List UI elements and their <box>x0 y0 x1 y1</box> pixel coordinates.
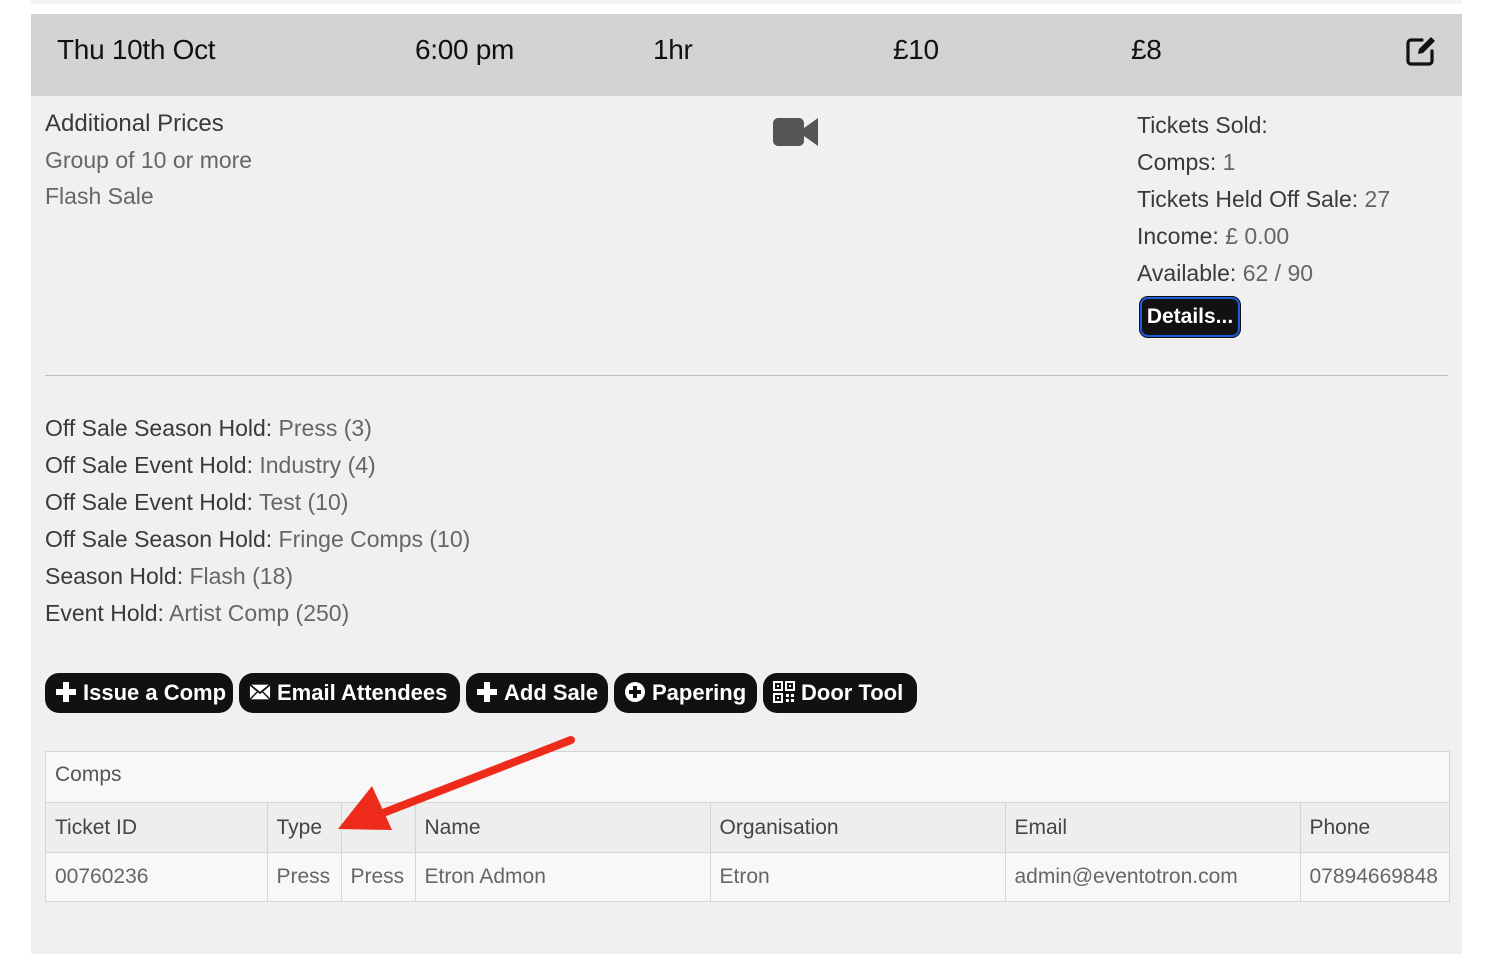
holds-list: Off Sale Season Hold: Press (3) Off Sale… <box>45 412 470 634</box>
cell-name: Etron Admon <box>415 852 711 901</box>
additional-prices-title: Additional Prices <box>45 110 224 137</box>
video-camera-icon[interactable] <box>773 116 819 148</box>
add-sale-button[interactable]: Add Sale <box>466 673 608 713</box>
performance-header: Thu 10th Oct 6:00 pm 1hr £10 £8 <box>31 14 1462 96</box>
hold-item: Season Hold: Flash (18) <box>45 563 294 589</box>
comps-table-title: Comps <box>46 752 1449 803</box>
column-header-organisation: Organisation <box>710 803 1006 853</box>
comps-grid: Ticket ID Type Name Organisation Email P… <box>46 803 1449 901</box>
stat-held-off-sale: Tickets Held Off Sale: 27 <box>1137 186 1391 212</box>
door-tool-button[interactable]: Door Tool <box>763 673 917 713</box>
price-concession: £8 <box>1131 34 1162 65</box>
cell-ticket-id: 00760236 <box>46 852 268 901</box>
cell-type-2: Press <box>341 852 416 901</box>
qr-code-icon <box>773 681 795 704</box>
performance-date: Thu 10th Oct <box>57 34 216 65</box>
stat-available: Available: 62 / 90 <box>1137 260 1314 286</box>
table-header-row: Ticket ID Type Name Organisation Email P… <box>46 803 1449 853</box>
column-header-type: Type <box>267 803 342 853</box>
column-header-blank <box>341 803 416 853</box>
performance-time: 6:00 pm <box>415 34 515 65</box>
plus-icon <box>56 682 76 703</box>
cell-type: Press <box>267 852 342 901</box>
hold-item: Off Sale Event Hold: Industry (4) <box>45 452 376 478</box>
performance-panel: Thu 10th Oct 6:00 pm 1hr £10 £8 Addition… <box>31 14 1462 954</box>
price-full: £10 <box>893 34 939 65</box>
additional-prices: Additional Prices Group of 10 or more Fl… <box>45 110 252 210</box>
top-border <box>31 0 1462 4</box>
column-header-email: Email <box>1005 803 1301 853</box>
stat-comps: Comps: 1 <box>1137 149 1236 175</box>
issue-comp-button[interactable]: Issue a Comp <box>45 673 233 713</box>
divider <box>45 375 1448 376</box>
cell-phone: 07894669848 <box>1300 852 1449 901</box>
email-attendees-button[interactable]: Email Attendees <box>239 673 460 713</box>
hold-item: Event Hold: Artist Comp (250) <box>45 600 350 626</box>
table-row: 00760236 Press Press Etron Admon Etron a… <box>46 852 1449 901</box>
papering-button[interactable]: Papering <box>614 673 757 713</box>
hold-item: Off Sale Season Hold: Press (3) <box>45 415 372 441</box>
column-header-phone: Phone <box>1300 803 1449 853</box>
hold-item: Off Sale Season Hold: Fringe Comps (10) <box>45 526 471 552</box>
stat-tickets-sold: Tickets Sold: <box>1137 112 1268 138</box>
comps-table: Comps Ticket ID Type Name Organisation E… <box>45 751 1450 902</box>
hold-item: Off Sale Event Hold: Test (10) <box>45 489 349 515</box>
performance-duration: 1hr <box>653 34 693 65</box>
stat-income: Income: £ 0.00 <box>1137 223 1290 249</box>
plus-circle-icon <box>625 682 645 703</box>
cell-organisation: Etron <box>710 852 1006 901</box>
ticket-stats: Tickets Sold: Comps: 1 Tickets Held Off … <box>1137 110 1390 295</box>
details-button[interactable]: Details... <box>1140 297 1240 337</box>
envelope-icon <box>249 684 271 701</box>
column-header-ticket-id: Ticket ID <box>46 803 268 853</box>
edit-icon[interactable] <box>1404 34 1438 68</box>
plus-icon <box>477 682 497 703</box>
cell-email: admin@eventotron.com <box>1005 852 1301 901</box>
additional-price-item: Flash Sale <box>45 183 154 209</box>
additional-price-item: Group of 10 or more <box>45 147 253 173</box>
column-header-name: Name <box>415 803 711 853</box>
